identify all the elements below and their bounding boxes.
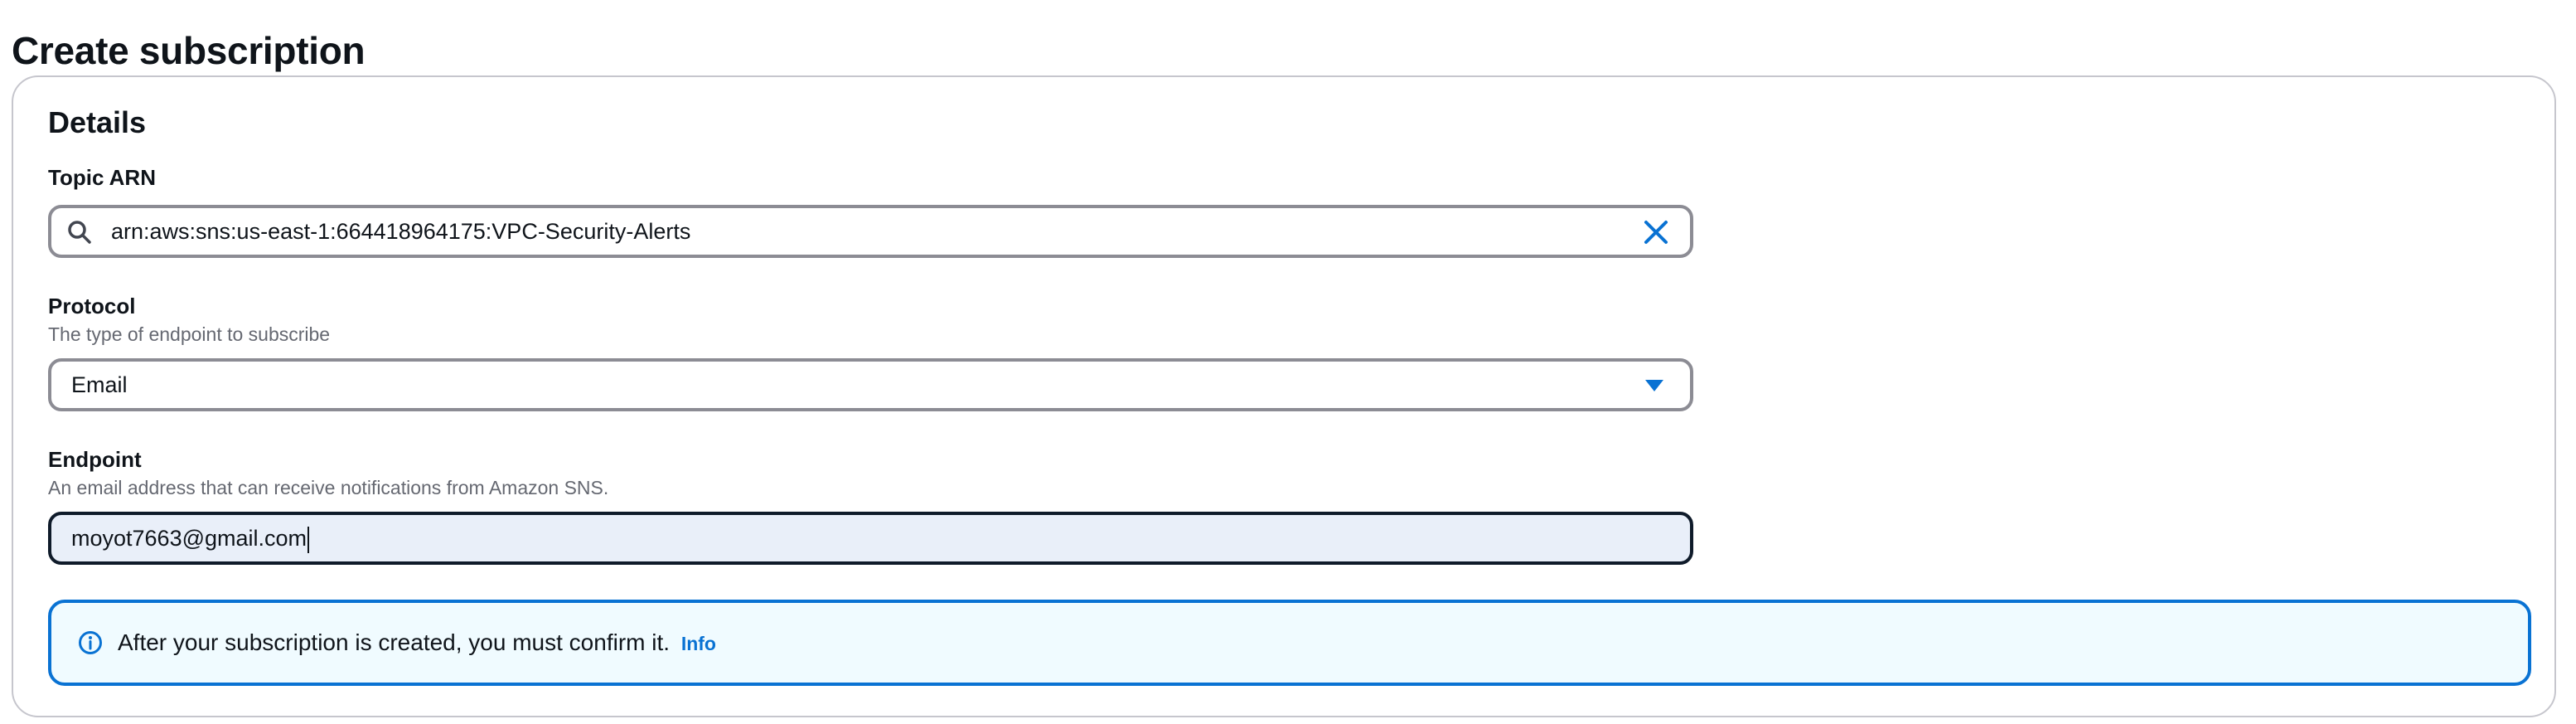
alert-message: After your subscription is created, you … <box>118 629 671 655</box>
topic-arn-input[interactable]: arn:aws:sns:us-east-1:664418964175:VPC-S… <box>48 205 1693 258</box>
topic-arn-value[interactable]: arn:aws:sns:us-east-1:664418964175:VPC-S… <box>111 208 690 255</box>
info-link[interactable]: Info <box>681 633 716 654</box>
text-caret <box>307 526 310 553</box>
caret-down-icon[interactable] <box>1643 376 1666 396</box>
topic-arn-label: Topic ARN <box>48 165 156 190</box>
search-icon <box>68 221 91 244</box>
details-panel: Details Topic ARN arn:aws:sns:us-east-1:… <box>12 75 2556 717</box>
page-title: Create subscription <box>12 28 366 72</box>
close-icon[interactable] <box>1643 219 1669 245</box>
endpoint-label: Endpoint <box>48 447 142 472</box>
info-alert: After your subscription is created, you … <box>48 600 2531 686</box>
protocol-select[interactable]: Email <box>48 358 1693 411</box>
endpoint-description: An email address that can receive notifi… <box>48 477 609 498</box>
protocol-label: Protocol <box>48 294 136 318</box>
alert-message-row: After your subscription is created, you … <box>118 603 716 683</box>
info-icon <box>79 631 102 654</box>
details-title: Details <box>48 105 147 139</box>
endpoint-input[interactable]: moyot7663@gmail.com <box>48 512 1693 565</box>
endpoint-value[interactable]: moyot7663@gmail.com <box>71 526 307 551</box>
protocol-description: The type of endpoint to subscribe <box>48 323 331 345</box>
protocol-selected-value[interactable]: Email <box>71 362 128 408</box>
